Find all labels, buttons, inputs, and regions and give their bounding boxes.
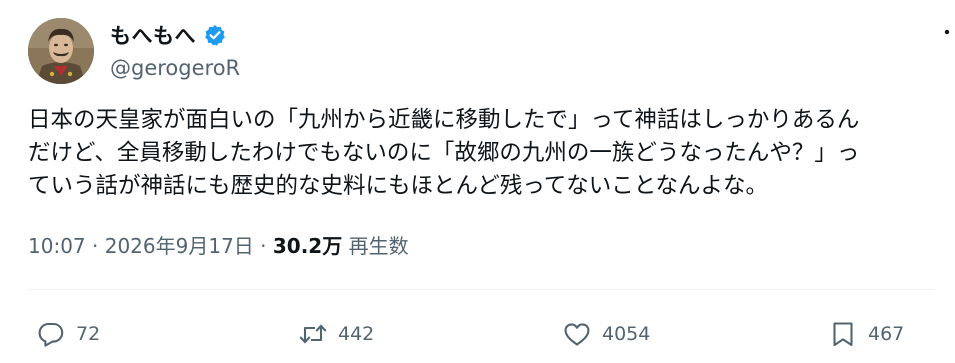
verified-badge-icon: [204, 24, 226, 46]
heart-icon: [564, 323, 590, 346]
reply-icon: [38, 322, 64, 347]
views-label: 再生数: [348, 234, 409, 258]
like-count: 4054: [602, 323, 651, 345]
author-handle[interactable]: @gerogeroR: [110, 56, 240, 80]
bookmark-button[interactable]: 467: [828, 312, 904, 356]
action-bar: 72 442 4054 467: [0, 312, 955, 356]
meta-separator: ·: [260, 234, 267, 258]
retweet-button[interactable]: 442: [298, 312, 374, 356]
meta-separator: ·: [92, 234, 99, 258]
avatar[interactable]: [28, 18, 94, 84]
reply-button[interactable]: 72: [36, 312, 100, 356]
author-name-row[interactable]: もへもへ: [110, 20, 226, 50]
avatar-image: [28, 18, 94, 84]
views-count: 30.2万: [272, 234, 343, 258]
reply-count: 72: [76, 323, 101, 345]
tweet: もへもへ @gerogeroR 日本の天皇家が面白いの「九州から近畿に移動したで…: [0, 0, 955, 363]
tweet-time[interactable]: 10:07: [28, 234, 86, 258]
tweet-text: 日本の天皇家が面白いの「九州から近畿に移動したで」って神話はしっかりあるん だけ…: [28, 104, 955, 203]
bookmark-icon: [833, 322, 853, 347]
display-name[interactable]: もへもへ: [110, 20, 196, 50]
tweet-meta: 10:07 · 2026年9月17日 · 30.2万 再生数: [28, 230, 409, 259]
more-options-icon[interactable]: [939, 22, 955, 46]
tweet-date[interactable]: 2026年9月17日: [105, 234, 254, 258]
retweet-icon: [299, 324, 327, 344]
bookmark-count: 467: [868, 323, 905, 345]
retweet-count: 442: [338, 323, 375, 345]
divider: [28, 289, 935, 290]
tweet-text-line: だけど、全員移動したわけでもないのに「故郷の九州の一族どうなったんや？」っ: [28, 140, 860, 166]
tweet-text-line: 日本の天皇家が面白いの「九州から近畿に移動したで」って神話はしっかりあるん: [28, 107, 860, 133]
tweet-text-line: ていう話が神話にも歴史的な史料にもほとんど残ってないことなんよな。: [28, 173, 769, 199]
like-button[interactable]: 4054: [562, 312, 650, 356]
